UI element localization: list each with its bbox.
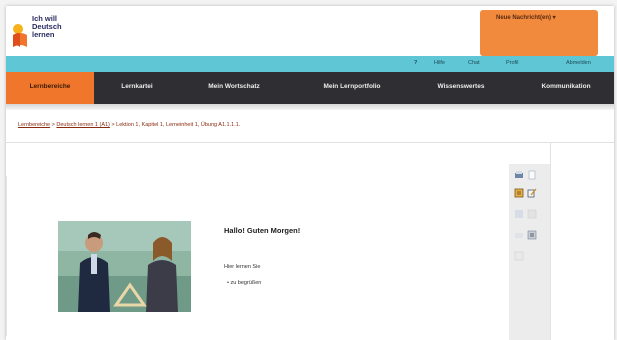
lesson-intro: Hier lernen Sie [224,264,261,270]
notes-icon[interactable] [514,188,524,198]
dropdown-caret-icon [542,51,552,56]
help-question-icon[interactable]: ? [414,60,417,66]
lesson-bullet-text: zu begrüßen [230,280,262,286]
page-icon[interactable] [527,170,537,180]
nav-item-lernkartei[interactable]: Lernkartei [98,72,176,104]
back-icon[interactable] [514,209,524,219]
logo-mark-icon [13,24,27,47]
tools-divider [550,143,551,340]
nav-item-lernbereiche[interactable]: Lernbereiche [6,72,94,104]
chat-link[interactable]: Chat [468,60,480,66]
breadcrumb-link-course[interactable]: Deutsch lernen 1 (A1) [56,122,110,128]
nav-shadow [6,104,614,110]
breadcrumb-separator: > [51,122,55,128]
lesson-photo [58,221,191,312]
profile-link[interactable]: Profil [506,60,519,66]
print-icon[interactable] [514,170,524,180]
page: Ich will Deutsch lernen Neue Nachricht(e… [6,6,614,340]
nav-item-lernportfolio[interactable]: Mein Lernportfolio [296,72,408,104]
logo-text: Ich will Deutsch lernen [32,15,62,39]
logo-line-3: lernen [32,30,55,39]
breadcrumb-current: > Lektion 1, Kapitel 1, Lerneinheit 1, Ü… [111,122,241,128]
breadcrumb-link-lernbereiche[interactable]: Lernbereiche [18,122,50,128]
messages-dropdown-label: Neue Nachricht(en) ▾ [496,15,556,21]
bullet-dot: • [227,280,229,286]
lesson-headline: Hallo! Guten Morgen! [224,226,301,235]
header: Ich will Deutsch lernen Neue Nachricht(e… [6,6,614,56]
content-left-border [6,176,7,336]
list-icon[interactable] [527,230,537,240]
forward-icon[interactable] [527,209,537,219]
main-nav: Lernbereiche Lernkartei Mein Wortschatz … [6,72,614,104]
utility-bar: ? Hilfe Chat Profil Abmelden [6,51,614,72]
messages-dropdown[interactable]: Neue Nachricht(en) ▾ [480,10,598,56]
audio-icon[interactable] [514,230,524,240]
edit-icon[interactable] [527,188,537,198]
tool-panel [509,164,550,340]
logout-link[interactable]: Abmelden [566,60,591,66]
divider [6,142,614,143]
nav-item-wissenswertes[interactable]: Wissenswertes [416,72,506,104]
lesson-bullet: • zu begrüßen [227,280,261,286]
breadcrumb: Lernbereiche > Deutsch lernen 1 (A1) > L… [18,122,240,128]
nav-item-wortschatz[interactable]: Mein Wortschatz [184,72,284,104]
info-icon[interactable] [514,251,524,261]
nav-item-kommunikation[interactable]: Kommunikation [518,72,614,104]
help-link[interactable]: Hilfe [434,60,445,66]
logo[interactable]: Ich will Deutsch lernen [10,15,80,55]
